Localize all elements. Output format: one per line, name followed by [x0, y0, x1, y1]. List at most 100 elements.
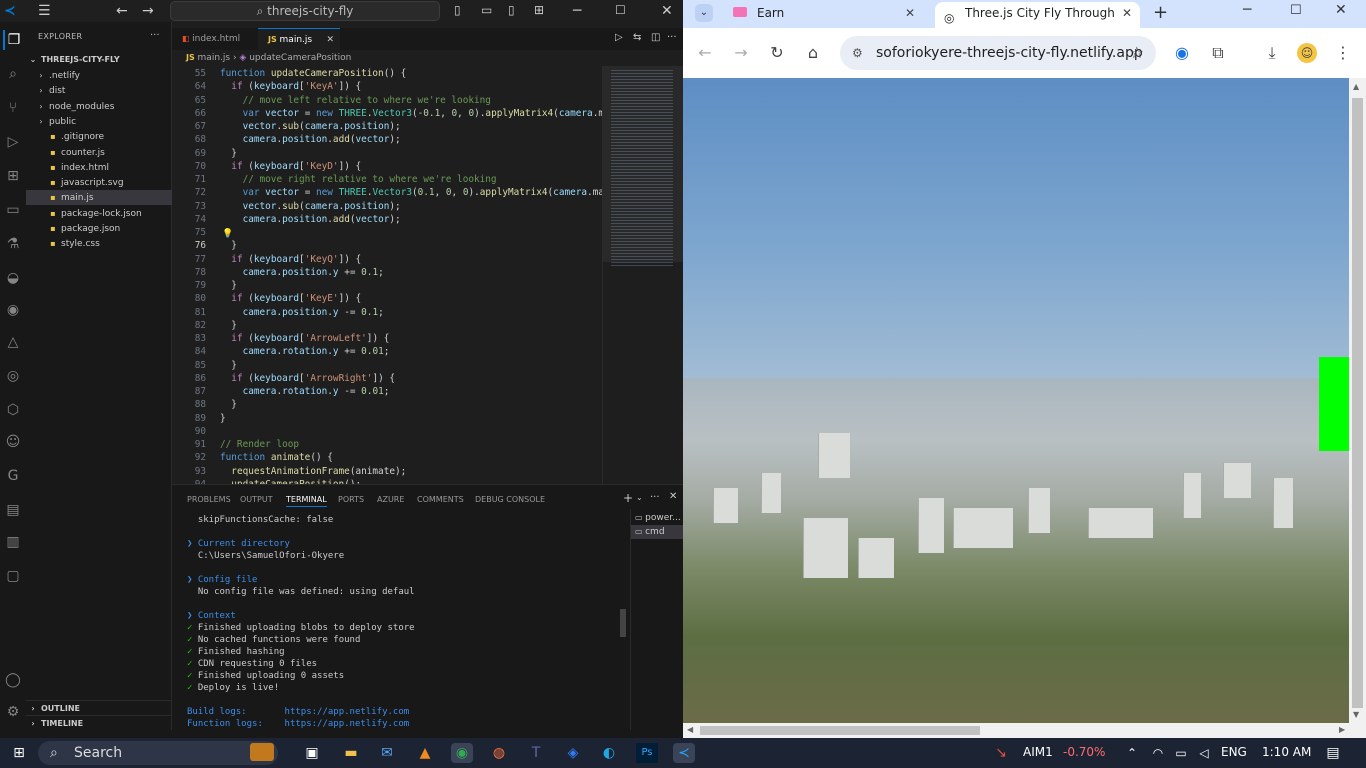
vscode-taskbar-icon[interactable]: ≺: [673, 743, 695, 763]
search-icon[interactable]: ⌕: [3, 64, 23, 84]
address-bar[interactable]: ⚙ soforiokyere-threejs-city-fly.netlify.…: [840, 36, 1156, 70]
github-icon[interactable]: ◎: [3, 366, 23, 386]
docker-icon[interactable]: ◒: [3, 268, 23, 288]
code-line[interactable]: if (keyboard['KeyE']) {: [220, 293, 361, 304]
vlc-icon[interactable]: ▲: [414, 743, 436, 763]
outline-section[interactable]: › OUTLINE: [26, 700, 172, 715]
panel-tab[interactable]: PORTS: [338, 495, 364, 504]
horizontal-scroll-thumb[interactable]: [700, 726, 980, 735]
notification-icon[interactable]: ▤: [1322, 743, 1344, 763]
file-tree-item[interactable]: ▪ package-lock.json: [26, 206, 172, 221]
toggle-sidebar-icon[interactable]: ▯: [454, 3, 461, 17]
code-line[interactable]: // move left relative to where we're loo…: [220, 95, 491, 106]
code-line[interactable]: camera.rotation.y += 0.01;: [220, 346, 390, 357]
scroll-up-icon[interactable]: ▲: [1353, 82, 1359, 91]
browser-tab-earn[interactable]: Earn ✕: [727, 2, 925, 28]
minimize-icon[interactable]: ─: [573, 3, 581, 19]
code-line[interactable]: // Render loop: [220, 439, 299, 450]
menu-kebab-icon[interactable]: ⋮: [1333, 43, 1353, 63]
run-debug-icon[interactable]: ▷: [3, 132, 23, 152]
code-line[interactable]: }: [220, 399, 237, 410]
terminal-item-powershell[interactable]: ▭ power...: [635, 511, 681, 525]
scroll-right-icon[interactable]: ▶: [1339, 725, 1345, 734]
windows-start-icon[interactable]: ⊞: [8, 743, 30, 763]
code-line[interactable]: }: [220, 413, 226, 424]
run-icon[interactable]: ▷: [615, 32, 623, 43]
project-root[interactable]: ⌄ THREEJS-CITY-FLY: [26, 52, 172, 67]
lightbulb-icon[interactable]: 💡: [222, 229, 233, 239]
timeline-section[interactable]: › TIMELINE: [26, 715, 172, 730]
close-icon[interactable]: ✕: [661, 3, 673, 19]
code-line[interactable]: camera.position.y += 0.1;: [220, 267, 384, 278]
vertical-scroll-thumb[interactable]: [1352, 98, 1363, 708]
tab-search-icon[interactable]: ⌄: [695, 4, 713, 22]
code-line[interactable]: }: [220, 280, 237, 291]
code-editor[interactable]: 55 function updateCameraPosition() {64 if…: [172, 66, 602, 484]
breadcrumb-symbol[interactable]: updateCameraPosition: [249, 53, 351, 63]
clock[interactable]: 1:10 AM: [1262, 745, 1311, 759]
mail-icon[interactable]: ✉: [376, 743, 398, 763]
settings-gear-icon[interactable]: ⚙: [3, 702, 23, 722]
code-line[interactable]: }: [220, 148, 237, 159]
file-tree-item[interactable]: › dist: [26, 83, 172, 98]
remote-explorer-icon[interactable]: ▭: [3, 200, 23, 220]
terminal-item-cmd[interactable]: ▭ cmd: [631, 525, 683, 539]
code-line[interactable]: camera.position.y -= 0.1;: [220, 307, 384, 318]
remote-desktop-icon[interactable]: ◈: [562, 743, 584, 763]
close-tab-icon[interactable]: ✕: [1122, 2, 1132, 24]
more-actions-icon[interactable]: ···: [150, 30, 160, 41]
scroll-down-icon[interactable]: ▼: [1353, 710, 1359, 719]
code-line[interactable]: if (keyboard['KeyQ']) {: [220, 254, 361, 265]
code-line[interactable]: requestAnimationFrame(animate);: [220, 466, 406, 477]
new-tab-icon[interactable]: +: [1153, 2, 1168, 23]
close-tab-icon[interactable]: ✕: [905, 2, 915, 24]
threejs-canvas[interactable]: [683, 78, 1366, 723]
stock-symbol[interactable]: AIM1: [1023, 745, 1053, 759]
code-line[interactable]: vector.sub(camera.position);: [220, 121, 401, 132]
file-tree-item[interactable]: ▪ counter.js: [26, 145, 172, 160]
horizontal-scrollbar[interactable]: ◀ ▶: [683, 723, 1366, 738]
code-line[interactable]: camera.position.add(vector);: [220, 214, 401, 225]
panel-tab[interactable]: PROBLEMS: [187, 495, 231, 504]
terminal-scrollbar[interactable]: [620, 609, 626, 637]
close-panel-icon[interactable]: ✕: [669, 491, 677, 502]
code-line[interactable]: }: [220, 360, 237, 371]
maximize-icon[interactable]: ☐: [1290, 3, 1302, 18]
tab-index-html[interactable]: ◧ index.html: [172, 28, 258, 50]
extensions-puzzle-icon[interactable]: ⧉: [1208, 43, 1228, 63]
stock-change[interactable]: -0.70%: [1063, 745, 1105, 759]
notebook-icon[interactable]: ▥: [3, 532, 23, 552]
code-line[interactable]: camera.position.add(vector);: [220, 134, 401, 145]
panel-tab[interactable]: AZURE: [377, 495, 404, 504]
extensions-icon[interactable]: ⊞: [3, 166, 23, 186]
source-control-icon[interactable]: ⑂: [3, 98, 23, 118]
cube-icon[interactable]: ⬡: [3, 400, 23, 420]
file-tree-item[interactable]: ▪ javascript.svg: [26, 175, 172, 190]
gitkraken-icon[interactable]: G: [3, 466, 23, 486]
command-center-search[interactable]: ⌕ threejs-city-fly: [170, 1, 440, 21]
profile-avatar-icon[interactable]: ☺: [1297, 43, 1317, 63]
file-tree-item[interactable]: ▪ .gitignore: [26, 129, 172, 144]
toggle-panel-icon[interactable]: ▭: [481, 3, 492, 17]
file-tree-item[interactable]: ▪ index.html: [26, 160, 172, 175]
forward-arrow-icon[interactable]: →: [142, 3, 154, 19]
code-line[interactable]: }: [220, 320, 237, 331]
code-line[interactable]: if (keyboard['ArrowLeft']) {: [220, 333, 389, 344]
code-line[interactable]: }: [220, 240, 237, 251]
bookmark-star-icon[interactable]: ☆: [1130, 36, 1144, 70]
close-tab-icon[interactable]: ✕: [326, 29, 334, 51]
file-tree-item[interactable]: ▪ main.js: [26, 190, 172, 206]
close-window-icon[interactable]: ✕: [1335, 2, 1347, 18]
code-line[interactable]: if (keyboard['ArrowRight']) {: [220, 373, 395, 384]
code-line[interactable]: if (keyboard['KeyD']) {: [220, 161, 361, 172]
code-line[interactable]: camera.rotation.y -= 0.01;: [220, 386, 390, 397]
chevron-down-icon[interactable]: ⌄: [636, 493, 643, 502]
live-share-icon[interactable]: ☺: [3, 432, 23, 452]
panel-tab[interactable]: DEBUG CONSOLE: [475, 495, 545, 504]
volume-icon[interactable]: ◁: [1193, 743, 1215, 763]
battery-icon[interactable]: ▭: [1170, 743, 1192, 763]
new-terminal-icon[interactable]: +: [623, 491, 633, 505]
customize-layout-icon[interactable]: ⊞: [534, 3, 544, 17]
explorer-icon[interactable]: ❐: [3, 30, 23, 50]
file-explorer-icon[interactable]: ▬: [340, 743, 362, 763]
